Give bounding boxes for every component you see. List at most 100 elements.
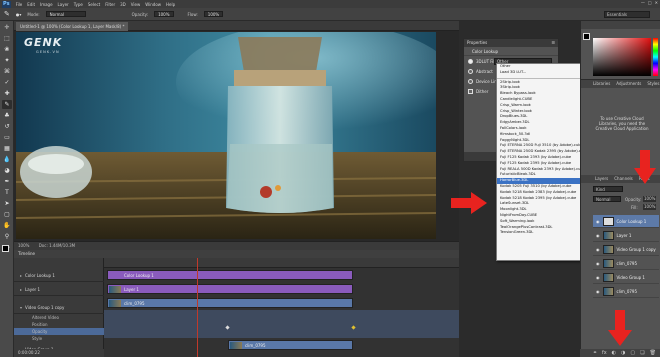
tab-styles[interactable]: Styles (647, 80, 659, 88)
dodge-tool-icon[interactable]: ◕ (2, 166, 12, 175)
radio-button[interactable] (468, 78, 473, 84)
clone-stamp-tool-icon[interactable]: ♣ (2, 111, 12, 120)
track-video-group-copy[interactable]: ▾ Video Group 1 copy (14, 302, 104, 314)
foreground-color-swatch[interactable] (2, 245, 9, 252)
track-color-lookup[interactable]: ▸ Color Lookup 1 (14, 270, 104, 282)
clip-video-group[interactable]: clim_0795 (228, 340, 353, 350)
menu-layer[interactable]: Layer (58, 2, 69, 7)
menu-type[interactable]: Type (74, 2, 83, 7)
zoom-tool-icon[interactable]: ⚲ (2, 232, 12, 241)
sub-row-opacity[interactable]: Opacity (14, 328, 104, 335)
path-select-tool-icon[interactable]: ➤ (2, 199, 12, 208)
radio-button[interactable] (468, 68, 473, 74)
maximize-icon[interactable]: □ (648, 0, 652, 5)
keyframe-diamond[interactable] (351, 325, 356, 330)
menu-select[interactable]: Select (88, 2, 100, 7)
tab-layers[interactable]: Layers (595, 175, 608, 183)
layer-opacity-field[interactable]: 100% (643, 196, 657, 202)
clip-layer-1[interactable]: Layer 1 (107, 284, 353, 294)
link-layers-icon[interactable]: ⚭ (593, 350, 597, 356)
lut-dropdown-list[interactable]: Other Load 3D LUT... 2Strip.look 3Strip.loo… (496, 63, 590, 261)
lasso-tool-icon[interactable]: ❀ (2, 45, 12, 54)
keyframe-area[interactable] (104, 310, 459, 338)
blur-tool-icon[interactable]: 💧 (2, 155, 12, 164)
menu-file[interactable]: File (16, 2, 23, 7)
layer-row[interactable]: ◉ Layer 1 (593, 229, 659, 242)
layer-row[interactable]: ◉ Video Group 1 (593, 271, 659, 284)
move-tool-icon[interactable]: ✛ (2, 23, 12, 32)
new-group-icon[interactable]: ▢ (630, 350, 635, 356)
expand-icon[interactable]: ▸ (20, 273, 22, 278)
track-layer-1[interactable]: ▸ Layer 1 (14, 284, 104, 296)
menu-3d[interactable]: 3D (120, 2, 126, 7)
fx-icon[interactable]: fx (602, 350, 607, 356)
visibility-eye-icon[interactable]: ◉ (596, 219, 600, 224)
menu-filter[interactable]: Filter (105, 2, 115, 7)
add-mask-icon[interactable]: ◐ (612, 350, 616, 356)
clip-video-copy[interactable]: clim_0795 (107, 298, 353, 308)
blend-mode-select[interactable]: Normal (593, 196, 621, 202)
flow-field[interactable]: 100% (203, 11, 224, 17)
clip-color-lookup[interactable]: Color Lookup 1 (107, 270, 353, 280)
marquee-tool-icon[interactable]: ⬚ (2, 34, 12, 43)
delete-layer-icon[interactable]: 🗑 (650, 350, 656, 356)
adjustment-layer-icon[interactable]: ◑ (621, 350, 625, 356)
layer-row[interactable]: ◉ clim_0795 (593, 285, 659, 298)
visibility-eye-icon[interactable]: ◉ (596, 247, 600, 252)
minimize-icon[interactable]: — (641, 0, 645, 5)
collapse-icon[interactable]: ▾ (20, 305, 22, 310)
color-picker-field[interactable] (593, 38, 651, 76)
zoom-level[interactable]: 100% (18, 243, 29, 248)
brush-tool-icon[interactable]: ✎ (4, 10, 10, 18)
workspace-select[interactable]: Essentials (604, 11, 650, 18)
gradient-tool-icon[interactable]: ▦ (2, 144, 12, 153)
dropdown-option[interactable]: Kodak 5218 Kodak 2383 (by Adobe).cube (497, 190, 589, 196)
eraser-tool-icon[interactable]: ▭ (2, 133, 12, 142)
checkbox[interactable] (468, 88, 473, 94)
expand-icon[interactable]: ▸ (20, 287, 22, 292)
visibility-eye-icon[interactable]: ◉ (596, 275, 600, 280)
visibility-eye-icon[interactable]: ◉ (596, 261, 600, 266)
menu-view[interactable]: View (131, 2, 141, 7)
brush-tool-icon[interactable]: ✎ (2, 100, 12, 109)
quick-select-tool-icon[interactable]: ✦ (2, 56, 12, 65)
document-canvas-image[interactable]: GENK G E N K . V N (16, 32, 436, 239)
tab-channels[interactable]: Channels (614, 175, 633, 183)
layer-row[interactable]: ◉ Video Group 1 copy (593, 243, 659, 256)
close-icon[interactable]: ✕ (655, 0, 658, 5)
eyedropper-tool-icon[interactable]: ✓ (2, 78, 12, 87)
layer-fill-field[interactable]: 100% (643, 204, 657, 210)
menu-image[interactable]: Image (40, 2, 53, 7)
menu-window[interactable]: Window (145, 2, 161, 7)
tab-libraries[interactable]: Libraries (593, 80, 610, 88)
tab-adjustments[interactable]: Adjustments (616, 80, 641, 88)
playhead[interactable] (197, 258, 198, 357)
menu-help[interactable]: Help (166, 2, 175, 7)
visibility-eye-icon[interactable]: ◉ (596, 289, 600, 294)
mode-select[interactable]: Normal (45, 11, 86, 17)
dropdown-option[interactable]: TensionGreen.3DL (497, 230, 589, 236)
new-layer-icon[interactable]: ❏ (640, 350, 644, 356)
menu-edit[interactable]: Edit (27, 2, 35, 7)
layer-row[interactable]: ◉ Color Lookup 1 (593, 215, 659, 228)
pen-tool-icon[interactable]: ✒ (2, 177, 12, 186)
crop-tool-icon[interactable]: ⌘ (2, 67, 12, 76)
brush-size-icon[interactable]: ●▾ (16, 12, 22, 17)
timeline-ruler[interactable] (104, 258, 459, 268)
hand-tool-icon[interactable]: ✋ (2, 221, 12, 230)
keyframe-diamond[interactable] (225, 325, 230, 330)
document-tab[interactable]: Untitled-1 @ 100% (Color Lookup 1, Layer… (16, 22, 129, 31)
shape-tool-icon[interactable]: ▢ (2, 210, 12, 219)
opacity-field[interactable]: 100% (154, 11, 174, 17)
panel-menu-icon[interactable]: ☰ (551, 39, 555, 47)
fg-color-swatch[interactable] (583, 33, 590, 40)
time-display[interactable]: 0:00:00:22 (18, 350, 40, 355)
visibility-eye-icon[interactable]: ◉ (596, 233, 600, 238)
hue-slider[interactable] (653, 38, 658, 76)
layer-kind-filter[interactable]: Kind (593, 186, 623, 192)
history-brush-tool-icon[interactable]: ↺ (2, 122, 12, 131)
layer-row[interactable]: ◉ clim_0795 (593, 257, 659, 270)
type-tool-icon[interactable]: T (2, 188, 12, 197)
healing-tool-icon[interactable]: ✚ (2, 89, 12, 98)
radio-button[interactable] (468, 58, 473, 64)
